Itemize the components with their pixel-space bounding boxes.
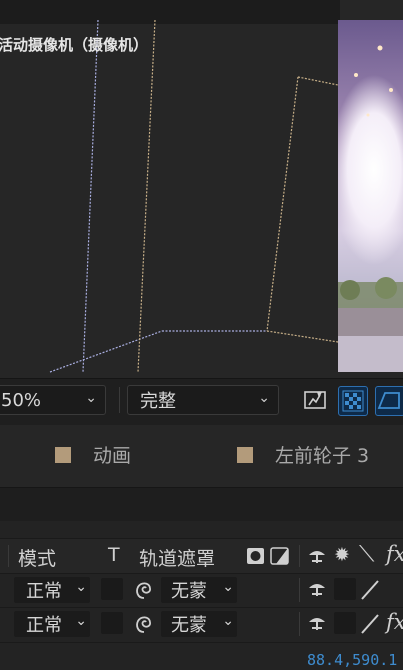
- chevron-down-icon: ⌄: [75, 613, 87, 629]
- spiral-link-icon[interactable]: [133, 613, 155, 635]
- transparency-grid-icon: [342, 390, 364, 412]
- shy-icon[interactable]: [307, 580, 327, 598]
- track-matte-dropdown[interactable]: 无蒙 ⌄: [161, 611, 237, 637]
- blend-mode-dropdown[interactable]: 正常 ⌄: [14, 577, 90, 603]
- preserve-transparency-icon: [247, 548, 264, 564]
- resolution-dropdown[interactable]: 完整 ⌄: [127, 385, 279, 415]
- wire-line-tan-bottom: [266, 330, 339, 343]
- zoom-dropdown[interactable]: 50% ⌄: [0, 385, 106, 415]
- panel-gap: [0, 521, 403, 538]
- chevron-down-icon: ⌄: [222, 579, 234, 595]
- layer-row[interactable]: 正常 ⌄ 无蒙 ⌄: [0, 573, 403, 606]
- effects-icon[interactable]: fx: [386, 610, 403, 634]
- layer-row[interactable]: 正常 ⌄ 无蒙 ⌄ fx: [0, 607, 403, 640]
- chevron-down-icon: ⌄: [85, 390, 97, 406]
- label-color-swatch: [55, 446, 71, 463]
- mask-path-button[interactable]: [375, 386, 403, 416]
- wire-line-tan-side: [266, 76, 299, 332]
- wire-line-tan-vertical: [137, 19, 156, 373]
- collapse-toggle[interactable]: [334, 612, 356, 634]
- wire-line-blue-diagonal: [49, 330, 163, 373]
- effects-icon: fx: [386, 542, 403, 566]
- transparency-grid-button[interactable]: [338, 386, 368, 416]
- label-color-swatch: [237, 446, 253, 463]
- composition-viewport[interactable]: 活动摄像机（摄像机）: [0, 0, 403, 378]
- toolbar-divider: [119, 387, 120, 413]
- shy-icon: [309, 551, 325, 563]
- active-camera-label: 活动摄像机（摄像机）: [0, 36, 149, 54]
- resolution-value: 完整: [140, 391, 176, 412]
- viewer-toolbar: 50% ⌄ 完整 ⌄: [0, 378, 403, 425]
- panel-divider: [0, 487, 403, 522]
- quality-slash-icon[interactable]: [358, 612, 382, 636]
- layer-legend: 动画 左前轮子 3: [0, 425, 403, 487]
- track-matte-value: 无蒙: [171, 581, 207, 602]
- t-column-header[interactable]: T: [108, 544, 120, 566]
- track-matte-column-header[interactable]: 轨道遮罩: [139, 544, 215, 571]
- timeline-column-header: 模式 T 轨道遮罩 ✹ ⟍ fx: [0, 538, 403, 573]
- legend-label: 左前轮子 3: [275, 445, 370, 467]
- chevron-down-icon: ⌄: [258, 390, 270, 406]
- collapse-transform-icon: ✹: [334, 544, 350, 566]
- row-divider: [299, 578, 300, 602]
- coordinate-readout: 88.4,590.1: [307, 651, 398, 669]
- matte-invert-icon: [270, 547, 289, 565]
- collapse-toggle[interactable]: [334, 578, 356, 600]
- header-divider: [8, 545, 9, 567]
- quality-icon: ⟍: [359, 542, 375, 567]
- blend-mode-value: 正常: [26, 581, 62, 602]
- header-divider: [299, 545, 300, 567]
- chevron-down-icon: ⌄: [75, 579, 87, 595]
- wire-line-blue-vertical: [82, 19, 99, 373]
- row-divider: [299, 612, 300, 636]
- legend-item[interactable]: 动画: [55, 441, 131, 468]
- legend-item[interactable]: 左前轮子 3: [237, 441, 369, 468]
- quality-slash-icon[interactable]: [358, 578, 382, 602]
- mask-path-icon: [377, 392, 400, 409]
- blend-mode-value: 正常: [26, 615, 62, 636]
- render-preview: [338, 20, 403, 372]
- chevron-down-icon: ⌄: [222, 613, 234, 629]
- mode-column-header[interactable]: 模式: [18, 544, 56, 571]
- shy-icon[interactable]: [307, 614, 327, 632]
- timeline-footer: 88.4,590.1: [0, 642, 403, 670]
- blend-mode-dropdown[interactable]: 正常 ⌄: [14, 611, 90, 637]
- track-matte-value: 无蒙: [171, 615, 207, 636]
- track-matte-dropdown[interactable]: 无蒙 ⌄: [161, 577, 237, 603]
- preserve-transparency-toggle[interactable]: [101, 612, 123, 634]
- fast-preview-button[interactable]: [301, 386, 329, 414]
- fast-preview-icon: [304, 391, 326, 409]
- wire-line-tan-top: [297, 76, 339, 86]
- spiral-link-icon[interactable]: [133, 579, 155, 601]
- zoom-value: 50%: [1, 389, 42, 411]
- legend-label: 动画: [93, 445, 132, 467]
- preserve-transparency-toggle[interactable]: [101, 578, 123, 600]
